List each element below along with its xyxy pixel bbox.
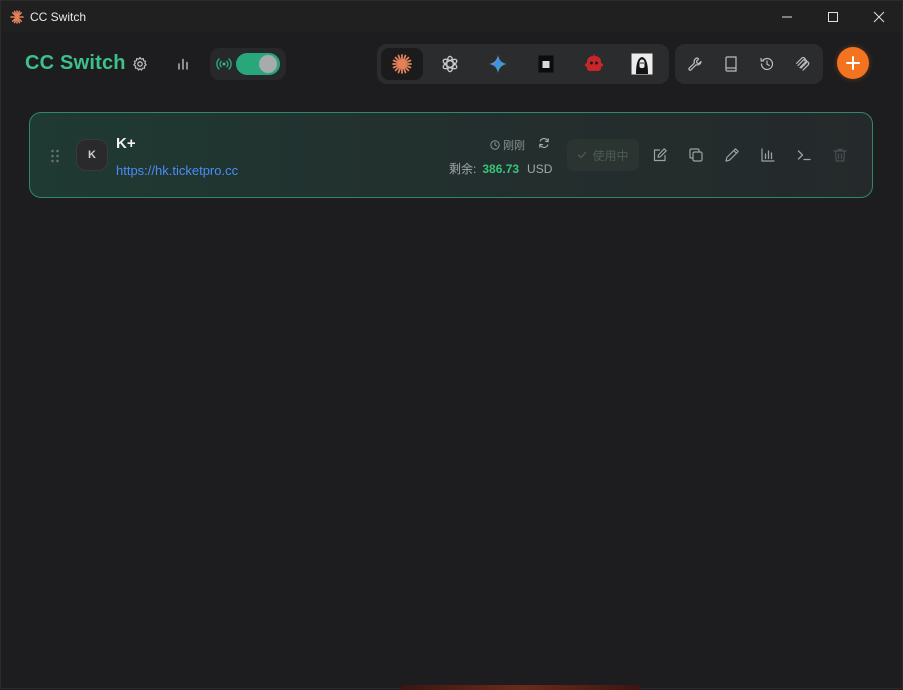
app-selector bbox=[377, 44, 669, 84]
balance-display: 剩余: 386.73 USD bbox=[449, 160, 552, 177]
trash-icon bbox=[833, 148, 847, 162]
provider-name: K+ bbox=[116, 135, 136, 152]
clock-icon bbox=[490, 140, 500, 150]
maximize-button[interactable] bbox=[810, 1, 856, 32]
updated-text: 刚刚 bbox=[503, 140, 525, 152]
provider-card[interactable]: K K+ https://hk.ticketpro.cc 刚刚 剩余: 386.… bbox=[29, 112, 873, 198]
edit-button[interactable] bbox=[649, 144, 671, 166]
tools-group bbox=[675, 44, 823, 84]
brand-title: CC Switch bbox=[25, 52, 126, 74]
settings-button[interactable] bbox=[126, 50, 154, 78]
refresh-icon bbox=[539, 138, 549, 148]
stats-icon bbox=[761, 148, 775, 162]
background-glow bbox=[401, 685, 641, 690]
plus-icon bbox=[846, 56, 860, 70]
paperclip-icon bbox=[795, 57, 810, 71]
tool-wrench-button[interactable] bbox=[681, 50, 709, 78]
app-tab-codex[interactable] bbox=[429, 48, 471, 80]
claude-sunburst-icon bbox=[392, 54, 412, 74]
app-tab-gemini[interactable] bbox=[477, 48, 519, 80]
portrait-icon bbox=[631, 53, 653, 75]
bar-chart-icon bbox=[178, 58, 188, 70]
terminal-button[interactable] bbox=[793, 144, 815, 166]
red-bot-icon bbox=[585, 54, 603, 71]
close-button[interactable] bbox=[856, 1, 902, 32]
drag-handle-icon[interactable] bbox=[49, 148, 61, 164]
add-provider-button[interactable] bbox=[837, 47, 869, 79]
in-use-label: 使用中 bbox=[592, 148, 629, 163]
provider-avatar: K bbox=[76, 139, 108, 171]
copy-icon bbox=[689, 148, 703, 162]
pen-icon bbox=[725, 148, 739, 162]
usage-button[interactable] bbox=[169, 50, 197, 78]
gemini-star-icon bbox=[489, 55, 507, 73]
window-controls bbox=[764, 1, 902, 32]
title-bar[interactable]: CC Switch bbox=[1, 1, 902, 32]
app-window: CC Switch CC Switch K K+ https://hk.tick… bbox=[0, 0, 903, 690]
broadcast-icon bbox=[216, 56, 232, 72]
balance-amount: 386.73 bbox=[482, 162, 520, 176]
history-icon bbox=[760, 57, 774, 71]
provider-url-link[interactable]: https://hk.ticketpro.cc bbox=[116, 163, 238, 178]
minimize-icon bbox=[782, 16, 792, 17]
minimize-button[interactable] bbox=[764, 1, 810, 32]
refresh-balance-button[interactable] bbox=[537, 136, 551, 150]
usage-stats-button[interactable] bbox=[757, 144, 779, 166]
edit-icon bbox=[653, 148, 667, 162]
wrench-icon bbox=[688, 57, 702, 71]
switch-knob bbox=[259, 55, 277, 73]
maximize-icon bbox=[828, 11, 838, 22]
proxy-switch[interactable] bbox=[236, 53, 280, 75]
close-icon bbox=[873, 11, 885, 22]
tool-book-button[interactable] bbox=[717, 50, 745, 78]
duplicate-button[interactable] bbox=[685, 144, 707, 166]
claude-sunburst-icon bbox=[10, 9, 24, 24]
book-icon bbox=[725, 56, 737, 72]
header-toolbar: CC Switch bbox=[1, 32, 902, 96]
tool-paperclip-button[interactable] bbox=[789, 50, 817, 78]
proxy-toggle-group bbox=[210, 48, 286, 80]
test-button[interactable] bbox=[721, 144, 743, 166]
app-tab-bot[interactable] bbox=[573, 48, 615, 80]
app-tab-claude[interactable] bbox=[381, 48, 423, 80]
terminal-icon bbox=[797, 150, 811, 161]
app-tab-portrait[interactable] bbox=[621, 48, 663, 80]
last-updated: 刚刚 bbox=[490, 137, 525, 153]
window-title: CC Switch bbox=[30, 9, 87, 24]
delete-button[interactable] bbox=[829, 144, 851, 166]
app-tab-opencode[interactable] bbox=[525, 48, 567, 80]
check-icon bbox=[578, 151, 587, 159]
openai-icon bbox=[442, 55, 458, 73]
tool-history-button[interactable] bbox=[753, 50, 781, 78]
in-use-button[interactable]: 使用中 bbox=[567, 139, 639, 171]
opencode-square-icon bbox=[538, 55, 554, 73]
balance-label: 剩余: bbox=[449, 162, 477, 176]
gear-icon bbox=[133, 56, 147, 71]
balance-unit: USD bbox=[527, 162, 553, 176]
